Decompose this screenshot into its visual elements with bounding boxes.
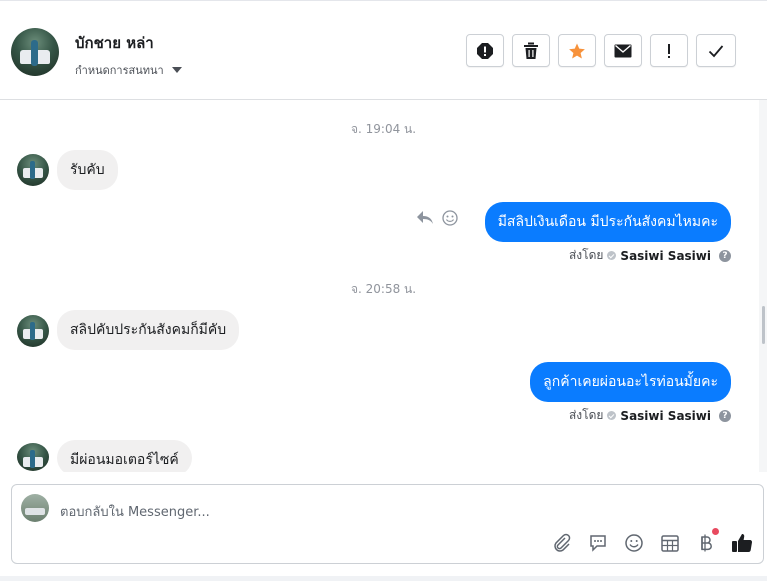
sent-by-line: ส่งโดย Sasiwi Sasiwi ? xyxy=(569,246,731,265)
composer-toolbar xyxy=(551,528,753,554)
notification-dot xyxy=(712,528,719,535)
message-actions xyxy=(416,210,458,226)
contact-avatar-small xyxy=(17,443,49,471)
assign-conversation-label: กำหนดการสนทนา xyxy=(75,64,164,77)
contact-name[interactable]: บักชาย หล่า xyxy=(75,31,154,55)
emoji-button[interactable] xyxy=(623,532,645,554)
reply-icon[interactable] xyxy=(416,210,434,226)
star-button[interactable] xyxy=(558,34,596,67)
check-icon xyxy=(708,44,724,57)
thread-scrollbar-thumb[interactable] xyxy=(762,306,765,344)
incoming-message[interactable]: สลิปคับประกันสังคมก็มีคับ xyxy=(57,310,240,350)
emoji-react-icon[interactable] xyxy=(442,210,458,226)
incoming-message[interactable]: มีผ่อนมอเตอร์ไซค์ xyxy=(57,440,192,476)
sent-check-icon xyxy=(607,251,617,260)
speech-bubble-icon xyxy=(590,535,606,552)
appointment-button[interactable] xyxy=(659,532,681,554)
exclamation-icon xyxy=(668,43,670,58)
timestamp: จ. 19:04 น. xyxy=(351,122,417,136)
timestamp: จ. 20:58 น. xyxy=(351,282,417,296)
contact-avatar-small xyxy=(17,315,49,347)
bottom-border xyxy=(0,576,767,581)
like-button[interactable] xyxy=(731,532,753,554)
attach-file-button[interactable] xyxy=(551,532,573,554)
header-toolbar xyxy=(466,34,736,67)
page-avatar xyxy=(21,494,49,522)
payment-button[interactable] xyxy=(695,528,719,554)
reply-input[interactable]: ตอบกลับใน Messenger... xyxy=(60,501,210,522)
sent-by-line: ส่งโดย Sasiwi Sasiwi ? xyxy=(569,406,731,425)
sent-by-label: ส่งโดย xyxy=(568,408,604,422)
envelope-icon xyxy=(614,44,632,57)
help-icon[interactable]: ? xyxy=(719,409,731,422)
help-icon[interactable]: ? xyxy=(719,249,731,262)
mark-unread-button[interactable] xyxy=(604,34,642,67)
delete-button[interactable] xyxy=(512,34,550,67)
alert-circle-icon xyxy=(477,42,493,59)
thread-fade xyxy=(0,472,767,484)
sender-name: Sasiwi Sasiwi xyxy=(620,248,711,263)
sent-check-icon xyxy=(607,411,617,420)
paperclip-icon xyxy=(554,533,571,552)
done-button[interactable] xyxy=(696,34,736,67)
assign-conversation-dropdown[interactable]: กำหนดการสนทนา xyxy=(75,61,182,79)
caret-down-icon xyxy=(171,67,182,73)
baht-icon xyxy=(701,534,712,552)
thread-scrollbar-track[interactable] xyxy=(759,100,767,475)
thumbs-up-icon xyxy=(732,534,753,552)
spam-button[interactable] xyxy=(466,34,504,67)
smiley-icon xyxy=(625,534,643,552)
sent-by-label: ส่งโดย xyxy=(568,248,604,262)
conversation-header: บักชาย หล่า กำหนดการสนทนา xyxy=(0,5,767,100)
trash-icon xyxy=(524,42,538,59)
outgoing-message[interactable]: มีสลิปเงินเดือน มีประกันสังคมไหมคะ xyxy=(484,202,731,242)
star-icon xyxy=(569,43,585,58)
contact-avatar-small xyxy=(17,154,49,186)
reply-composer[interactable]: ตอบกลับใน Messenger... xyxy=(11,484,764,564)
sender-name: Sasiwi Sasiwi xyxy=(620,408,711,423)
contact-avatar[interactable] xyxy=(11,28,59,76)
incoming-message[interactable]: รับคับ xyxy=(57,150,118,190)
saved-replies-button[interactable] xyxy=(587,532,609,554)
calendar-grid-icon xyxy=(661,535,679,552)
follow-up-button[interactable] xyxy=(650,34,688,67)
outgoing-message[interactable]: ลูกค้าเคยผ่อนอะไรท่อนมั้ยคะ xyxy=(530,362,731,402)
